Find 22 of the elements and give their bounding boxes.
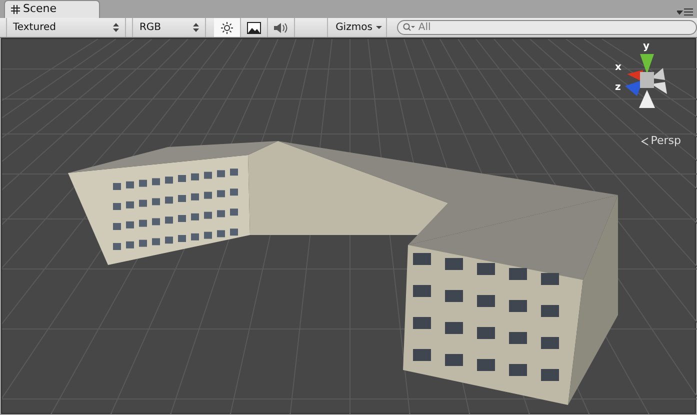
menu-icon[interactable] xyxy=(677,8,693,16)
gizmos-dropdown[interactable]: Gizmos xyxy=(332,18,388,37)
image-icon xyxy=(246,22,261,34)
projection-label[interactable]: Persp xyxy=(640,133,681,150)
axis-label: z xyxy=(615,83,621,93)
axis-label: x xyxy=(615,63,622,73)
caret-icon xyxy=(376,26,382,29)
color-mode-dropdown[interactable]: RGB xyxy=(132,18,206,37)
axis-label: y xyxy=(643,42,650,52)
search-icon xyxy=(403,23,416,32)
search-field[interactable]: All xyxy=(397,20,697,35)
sun-icon xyxy=(220,20,234,34)
grid-icon xyxy=(11,5,20,14)
scene-tab[interactable]: Scene xyxy=(4,0,100,18)
updown-icon xyxy=(113,23,120,32)
lighting-toggle[interactable] xyxy=(214,18,241,37)
render-mode-dropdown[interactable]: Textured xyxy=(6,18,126,37)
tab-title: Scene xyxy=(23,1,57,18)
updown-icon xyxy=(192,23,199,32)
projection-text: Persp xyxy=(650,133,681,149)
chevron-icon xyxy=(640,136,649,146)
speaker-icon xyxy=(272,22,289,34)
